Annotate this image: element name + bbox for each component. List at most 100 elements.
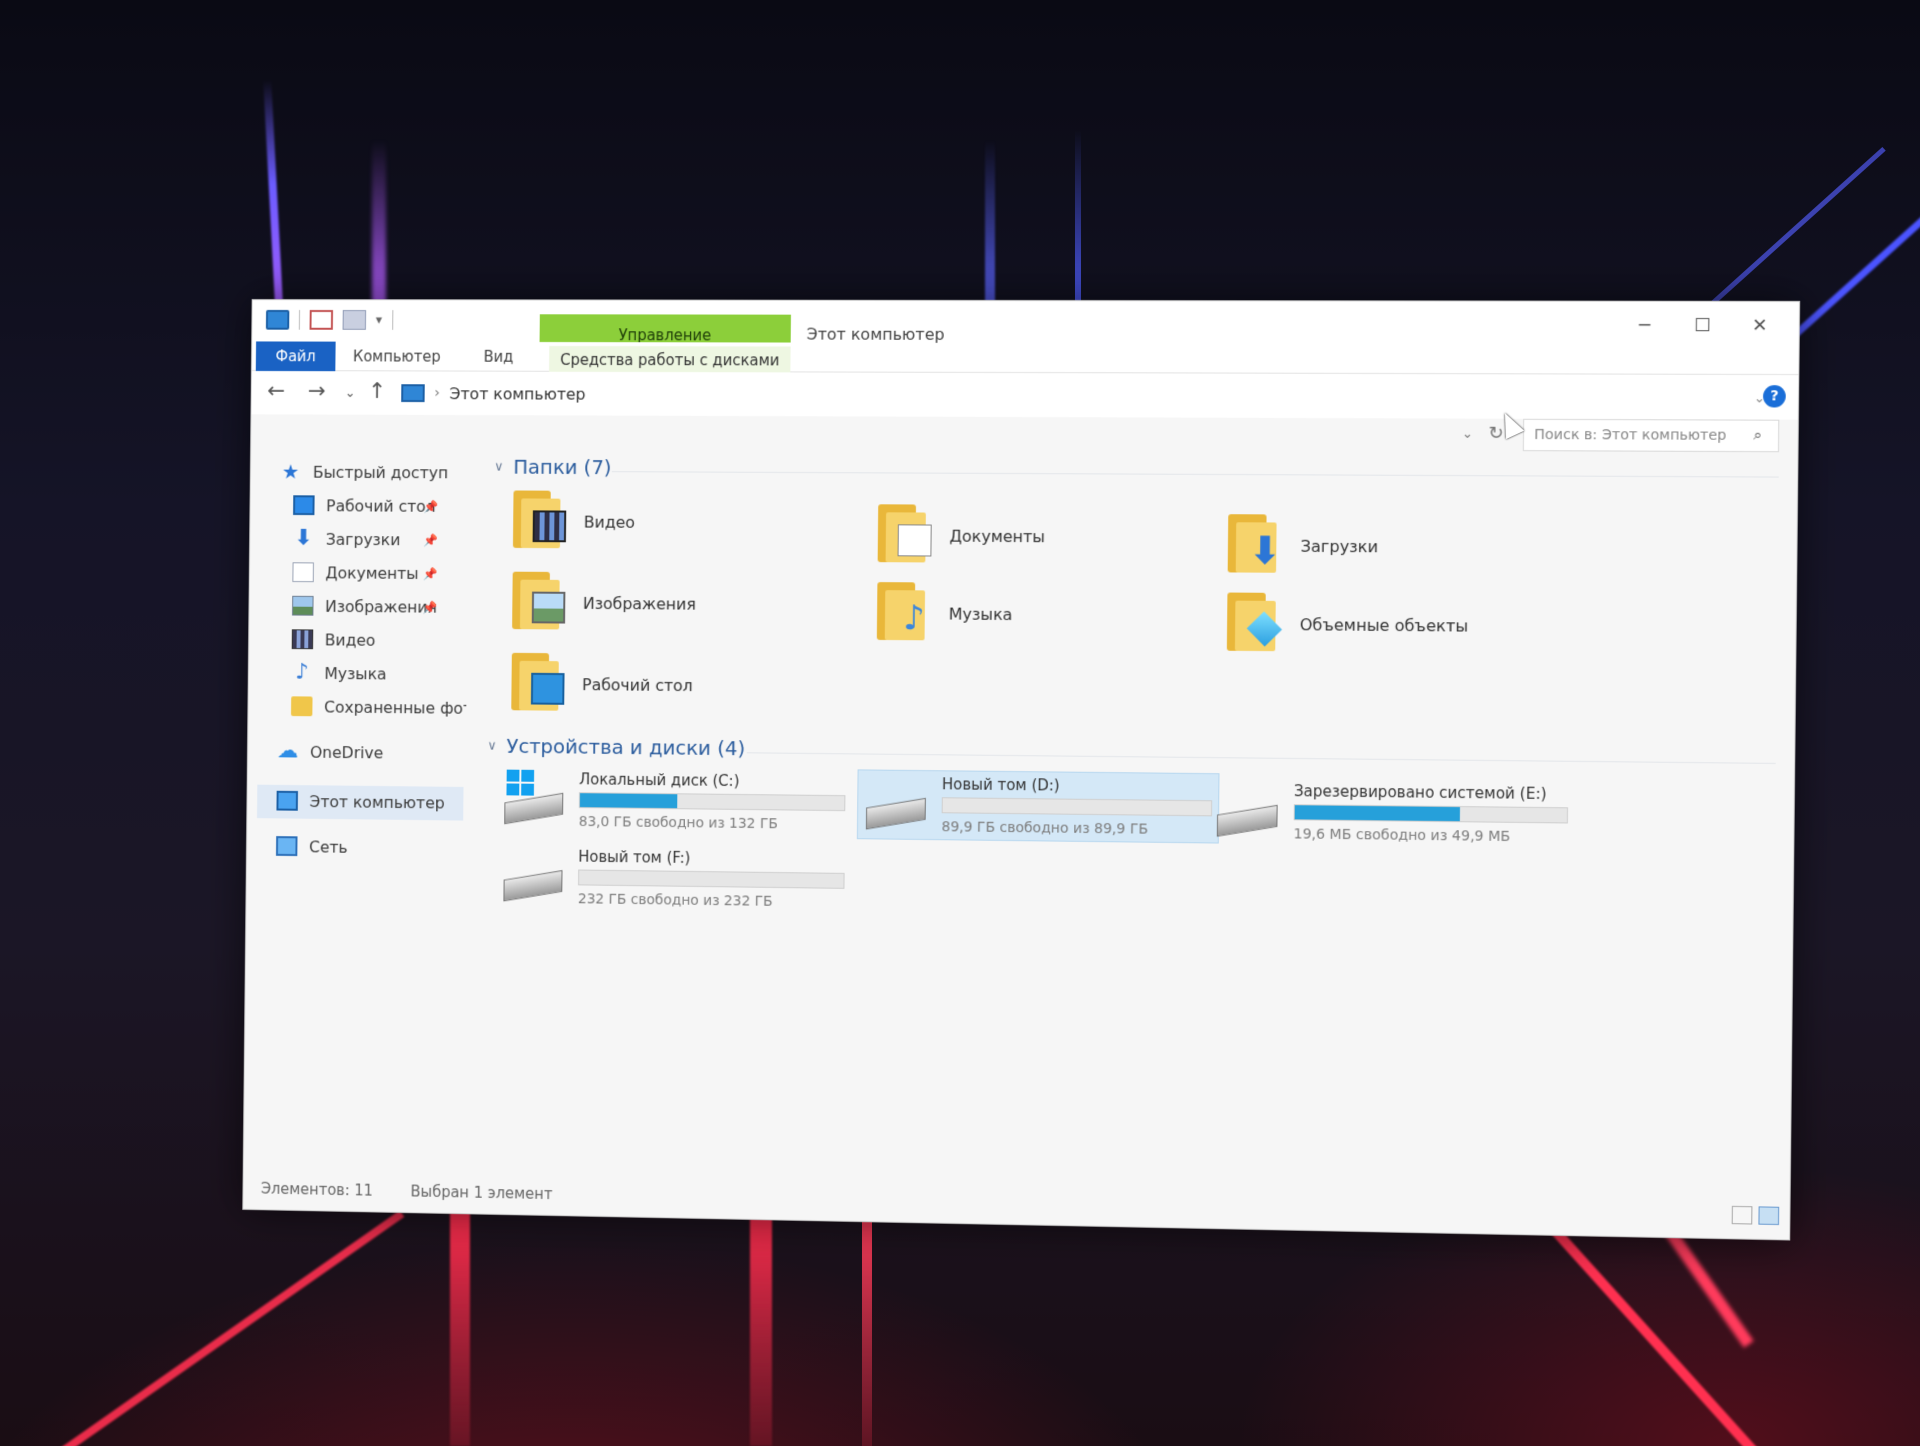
search-icon[interactable]: ⌕ [1753, 426, 1789, 444]
search-input[interactable]: Поиск в: Этот компьютер [1523, 419, 1779, 452]
video-icon [292, 629, 314, 649]
nav-item-documents[interactable]: Документы [292, 562, 418, 583]
tab-view[interactable]: Вид [483, 342, 513, 372]
pin-icon[interactable]: 📌 [423, 534, 438, 548]
tiles-view-icon[interactable] [1758, 1206, 1779, 1225]
new-folder-icon[interactable] [343, 310, 367, 330]
folder-label: Музыка [949, 604, 1013, 623]
drive-free-space: 19,6 МБ свободно из 49,9 МБ [1293, 826, 1567, 845]
folders-group-header[interactable]: ∨ Папки (7) [494, 455, 612, 479]
nav-item-music[interactable]: ♪ Музыка [291, 663, 386, 684]
drive-tile-f[interactable]: Новый том (F:) 232 ГБ свободно из 232 ГБ [501, 847, 844, 911]
this-pc-icon [401, 384, 425, 402]
status-item-count: Элементов: 11 [261, 1180, 373, 1200]
search-row: ⌄ ↻ Поиск в: Этот компьютер ⌕ [251, 414, 1798, 456]
network-icon [276, 836, 298, 856]
pin-icon[interactable]: 📌 [423, 500, 438, 514]
help-icon[interactable]: ? [1763, 385, 1786, 407]
pin-icon[interactable]: 📌 [423, 567, 438, 581]
maximize-button[interactable]: ☐ [1673, 308, 1731, 345]
folder-label: Видео [584, 512, 635, 531]
tab-disk-tools[interactable]: Средства работы с дисками [549, 346, 791, 374]
recent-locations-chevron-icon[interactable]: ⌄ [345, 386, 356, 401]
nav-item-desktop[interactable]: Рабочий стол [293, 495, 436, 516]
folder-tile-documents[interactable]: Документы [878, 504, 1046, 567]
folder-label: Объемные объекты [1300, 615, 1469, 635]
tab-computer[interactable]: Компьютер [353, 342, 441, 372]
nav-item-label: Видео [325, 630, 376, 649]
folder-tile-video[interactable]: Видео [513, 490, 635, 552]
drive-icon [864, 774, 928, 835]
music-folder-icon: ♪ [877, 582, 933, 644]
drive-usage-bar [579, 792, 846, 811]
nav-network-label: Сеть [309, 837, 348, 856]
drive-tile-c[interactable]: Локальный диск (C:) 83,0 ГБ свободно из … [502, 770, 845, 833]
nav-item-label: Изображения [325, 597, 437, 617]
nav-network[interactable]: Сеть [276, 836, 348, 857]
window-controls: ─ ☐ ✕ [1616, 308, 1789, 345]
folder-label: Изображения [583, 593, 696, 613]
breadcrumb-separator[interactable]: › [434, 385, 440, 401]
this-pc-icon [266, 310, 289, 330]
collapse-chevron-icon[interactable]: ∨ [494, 459, 503, 474]
nav-item-label: Сохраненные фото [324, 697, 466, 717]
drive-usage-bar [578, 870, 845, 889]
nav-onedrive[interactable]: ☁ OneDrive [277, 742, 383, 763]
back-arrow-icon[interactable]: ← [267, 379, 285, 404]
properties-icon[interactable] [310, 310, 334, 330]
title-bar: ▾ Управление Этот компьютер ─ ☐ ✕ [252, 300, 1799, 345]
drive-tile-e[interactable]: Зарезервировано системой (E:) 19,6 МБ св… [1215, 781, 1569, 845]
folder-label: Загрузки [1300, 536, 1378, 556]
breadcrumb-this-pc[interactable]: Этот компьютер [450, 384, 586, 403]
drive-icon [1215, 781, 1280, 842]
nav-item-video[interactable]: Видео [292, 629, 376, 649]
nav-item-pictures[interactable]: Изображения [292, 596, 437, 617]
view-switcher [1732, 1206, 1780, 1225]
forward-arrow-icon[interactable]: → [308, 379, 326, 404]
drive-free-space: 89,9 ГБ свободно из 89,9 ГБ [941, 819, 1212, 838]
pin-icon[interactable]: 📌 [422, 601, 437, 615]
nav-quick-access-label: Быстрый доступ [313, 462, 448, 481]
toolbar-separator [299, 310, 300, 330]
address-history-chevron-icon[interactable]: ⌄ [1462, 427, 1473, 442]
up-arrow-icon[interactable]: ↑ [368, 379, 386, 404]
folder-tile-desktop[interactable]: Рабочий стол [511, 653, 693, 716]
collapse-chevron-icon[interactable]: ∨ [487, 738, 496, 753]
light-beam [862, 1210, 872, 1446]
nav-item-label: Музыка [324, 664, 386, 683]
tab-file[interactable]: Файл [256, 341, 336, 371]
folder-tile-downloads[interactable]: ⬇ Загрузки [1228, 514, 1379, 577]
folders-group-title: Папки (7) [513, 455, 611, 479]
nav-item-downloads[interactable]: ⬇ Загрузки [293, 529, 401, 549]
folder-tile-pictures[interactable]: Изображения [512, 572, 696, 635]
documents-icon [292, 562, 314, 582]
customize-toolbar-chevron-icon[interactable]: ▾ [376, 313, 383, 328]
nav-item-saved-photos[interactable]: Сохраненные фото [291, 696, 466, 717]
music-icon: ♪ [291, 663, 313, 683]
breadcrumb[interactable]: › Этот компьютер [395, 377, 1521, 412]
desktop-folder-icon [511, 653, 567, 715]
drive-usage-bar [942, 797, 1213, 816]
folder-tile-music[interactable]: ♪ Музыка [877, 582, 1013, 645]
drive-name: Новый том (D:) [942, 775, 1213, 796]
drive-tile-d[interactable]: Новый том (D:) 89,9 ГБ свободно из 89,9 … [857, 769, 1220, 843]
nav-onedrive-label: OneDrive [310, 742, 383, 762]
light-beam [450, 1210, 470, 1446]
window-title: Этот компьютер [807, 325, 945, 344]
close-button[interactable]: ✕ [1731, 308, 1789, 345]
devices-group-title: Устройства и диски (4) [506, 734, 745, 760]
devices-group-header[interactable]: ∨ Устройства и диски (4) [487, 734, 745, 760]
details-view-icon[interactable] [1732, 1206, 1753, 1225]
drive-name: Зарезервировано системой (E:) [1294, 782, 1568, 803]
desktop-icon [293, 495, 315, 515]
nav-item-label: Загрузки [326, 529, 401, 548]
folder-tile-3d-objects[interactable]: Объемные объекты [1227, 593, 1469, 657]
nav-quick-access[interactable]: ★ Быстрый доступ [280, 462, 448, 483]
nav-item-label: Документы [325, 563, 418, 582]
3d-objects-folder-icon [1227, 593, 1284, 656]
downloads-icon: ⬇ [293, 529, 315, 549]
minimize-button[interactable]: ─ [1616, 308, 1674, 345]
nav-this-pc[interactable]: Этот компьютер [276, 791, 444, 813]
status-selection: Выбран 1 элемент [410, 1183, 552, 1204]
drive-free-space: 83,0 ГБ свободно из 132 ГБ [579, 814, 846, 833]
